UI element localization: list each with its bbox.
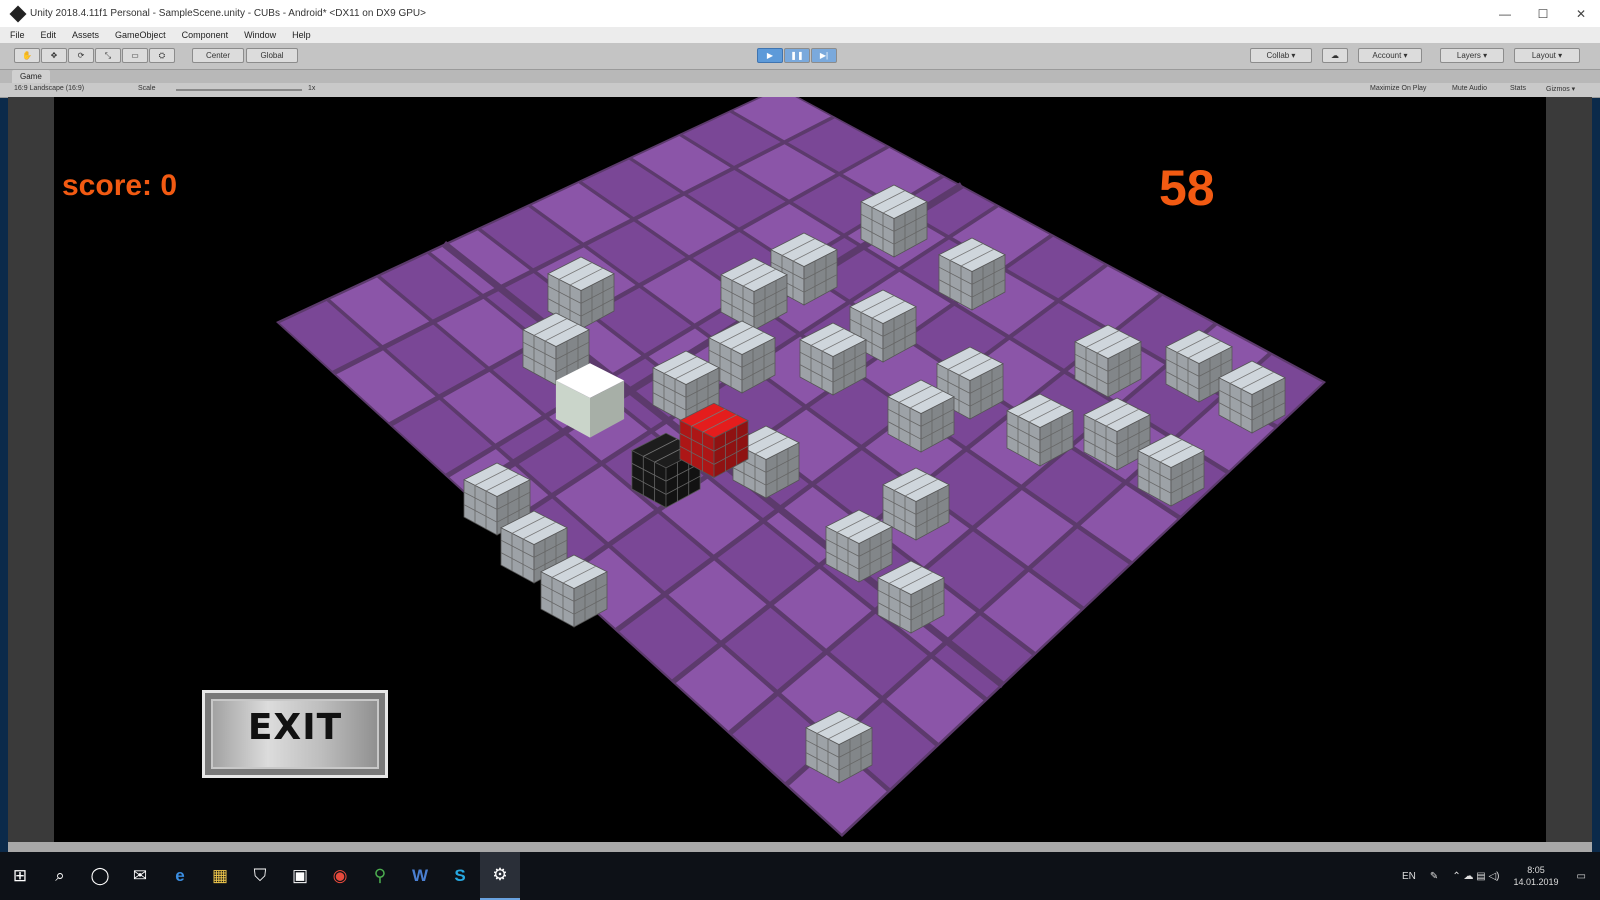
chrome-icon: ◉ <box>332 866 348 885</box>
clock-date: 14.01.2019 <box>1513 877 1559 887</box>
hand-icon: ✋ <box>22 51 32 60</box>
green-app-icon: ⚲ <box>373 866 387 885</box>
windows-start-icon: ⊞ <box>12 866 28 885</box>
scale-slider[interactable] <box>176 89 302 91</box>
camera-app[interactable]: ▣ <box>280 852 320 900</box>
account-dropdown[interactable]: Account ▾ <box>1358 48 1422 63</box>
word-icon: W <box>411 866 429 885</box>
collab-dropdown[interactable]: Collab ▾ <box>1250 48 1312 63</box>
maximize-button[interactable]: ☐ <box>1524 0 1562 27</box>
transform-icon: ⛭ <box>158 50 166 60</box>
close-button[interactable]: ✕ <box>1562 0 1600 27</box>
game-viewport[interactable]: score: 0 58 EXIT <box>54 97 1546 842</box>
step-icon: ▶| <box>819 51 829 60</box>
game-view-toolbar: 16:9 Landscape (16:9) Scale 1x Maximize … <box>0 83 1600 98</box>
app-green[interactable]: ⚲ <box>360 852 400 900</box>
menu-file[interactable]: File <box>10 30 25 40</box>
space-toggle[interactable]: Global <box>246 48 298 63</box>
move-icon: ✥ <box>50 51 58 60</box>
hand-tool-button[interactable]: ✋ <box>14 48 40 63</box>
menu-gameobject[interactable]: GameObject <box>115 30 166 40</box>
task-view-icon: ◯ <box>90 866 110 885</box>
timer-text: 58 <box>1159 160 1215 216</box>
pause-button[interactable]: ❚❚ <box>784 48 810 63</box>
notifications-icon[interactable]: ▭ <box>1577 871 1586 882</box>
unity-icon: ⚙ <box>492 865 508 884</box>
play-button[interactable]: ▶ <box>757 48 783 63</box>
menu-assets[interactable]: Assets <box>72 30 99 40</box>
camera-icon: ▣ <box>291 866 309 885</box>
edge-icon: e <box>175 866 185 885</box>
window-controls: — ☐ ✕ <box>1486 0 1600 27</box>
store-app[interactable]: ⛉ <box>240 852 280 900</box>
mail-icon: ✉ <box>132 866 148 885</box>
layers-dropdown[interactable]: Layers ▾ <box>1440 48 1504 63</box>
gizmos-dropdown[interactable]: Gizmos ▾ <box>1546 85 1575 93</box>
menu-help[interactable]: Help <box>292 30 311 40</box>
clock[interactable]: 8:05 14.01.2019 <box>1514 864 1559 888</box>
maximize-on-play-toggle[interactable]: Maximize On Play <box>1370 85 1426 92</box>
transform-tool-button[interactable]: ⛭ <box>149 48 175 63</box>
game-view: score: 0 58 EXIT <box>8 97 1592 842</box>
task-view-button[interactable]: ◯ <box>80 852 120 900</box>
score-text: score: 0 <box>62 169 178 202</box>
network-icon[interactable]: ⌃ ☁ ▤ ◁) <box>1452 871 1499 882</box>
exit-button[interactable]: EXIT <box>202 690 388 778</box>
rotate-tool-button[interactable]: ⟳ <box>68 48 94 63</box>
menu-component[interactable]: Component <box>182 30 229 40</box>
rect-tool-button[interactable]: ▭ <box>122 48 148 63</box>
menu-edit[interactable]: Edit <box>41 30 57 40</box>
store-icon: ⛉ <box>253 866 267 885</box>
language-indicator[interactable]: EN <box>1402 871 1416 882</box>
horizontal-scrollbar[interactable] <box>8 842 1592 852</box>
mail-app[interactable]: ✉ <box>120 852 160 900</box>
search-button[interactable]: ⌕ <box>40 852 80 900</box>
mute-audio-toggle[interactable]: Mute Audio <box>1452 85 1487 92</box>
pin-icon[interactable]: ✎ <box>1430 871 1438 882</box>
rotate-icon: ⟳ <box>77 51 85 60</box>
scale-value: 1x <box>308 85 316 92</box>
stats-toggle[interactable]: Stats <box>1510 85 1526 92</box>
skype-app[interactable]: S <box>440 852 480 900</box>
move-tool-button[interactable]: ✥ <box>41 48 67 63</box>
scale-tool-button[interactable]: ⤡ <box>95 48 121 63</box>
edge-app[interactable]: e <box>160 852 200 900</box>
word-app[interactable]: W <box>400 852 440 900</box>
unity-logo-icon <box>9 5 27 22</box>
clock-time: 8:05 <box>1527 865 1545 875</box>
search-icon: ⌕ <box>55 866 65 885</box>
step-button[interactable]: ▶| <box>811 48 837 63</box>
scale-icon: ⤡ <box>104 50 112 60</box>
layout-dropdown[interactable]: Layout ▾ <box>1514 48 1580 63</box>
pivot-toggle[interactable]: Center <box>192 48 244 63</box>
windows-taskbar: ⊞ ⌕ ◯ ✉ e ▦ ⛉ ▣ ◉ ⚲ W S ⚙ EN ✎ ⌃ ☁ ▤ ◁) … <box>0 852 1600 900</box>
game-tab-bar: Game <box>0 70 1600 83</box>
cloud-icon: ☁ <box>1331 51 1339 60</box>
pause-icon: ❚❚ <box>790 51 804 60</box>
file-explorer-app[interactable]: ▦ <box>200 852 240 900</box>
chrome-app[interactable]: ◉ <box>320 852 360 900</box>
scale-label: Scale <box>138 85 156 92</box>
skype-icon: S <box>454 866 466 885</box>
rect-icon: ▭ <box>131 51 139 60</box>
exit-label: EXIT <box>247 707 343 748</box>
minimize-button[interactable]: — <box>1486 0 1524 27</box>
start-button[interactable]: ⊞ <box>0 852 40 900</box>
window-title: Unity 2018.4.11f1 Personal - SampleScene… <box>30 8 426 19</box>
folder-icon: ▦ <box>211 866 229 885</box>
unity-app[interactable]: ⚙ <box>480 852 520 900</box>
menu-bar: File Edit Assets GameObject Component Wi… <box>0 27 1600 43</box>
window-titlebar: Unity 2018.4.11f1 Personal - SampleScene… <box>0 0 1600 28</box>
cloud-button[interactable]: ☁ <box>1322 48 1348 63</box>
editor-toolbar: ✋ ✥ ⟳ ⤡ ▭ ⛭ Center Global ▶ ❚❚ ▶| Collab… <box>0 43 1600 70</box>
tab-game[interactable]: Game <box>12 70 50 83</box>
menu-window[interactable]: Window <box>244 30 276 40</box>
system-tray: EN ✎ ⌃ ☁ ▤ ◁) 8:05 14.01.2019 ▭ <box>1402 852 1600 900</box>
play-icon: ▶ <box>766 51 774 60</box>
aspect-dropdown[interactable]: 16:9 Landscape (16:9) <box>14 85 84 92</box>
